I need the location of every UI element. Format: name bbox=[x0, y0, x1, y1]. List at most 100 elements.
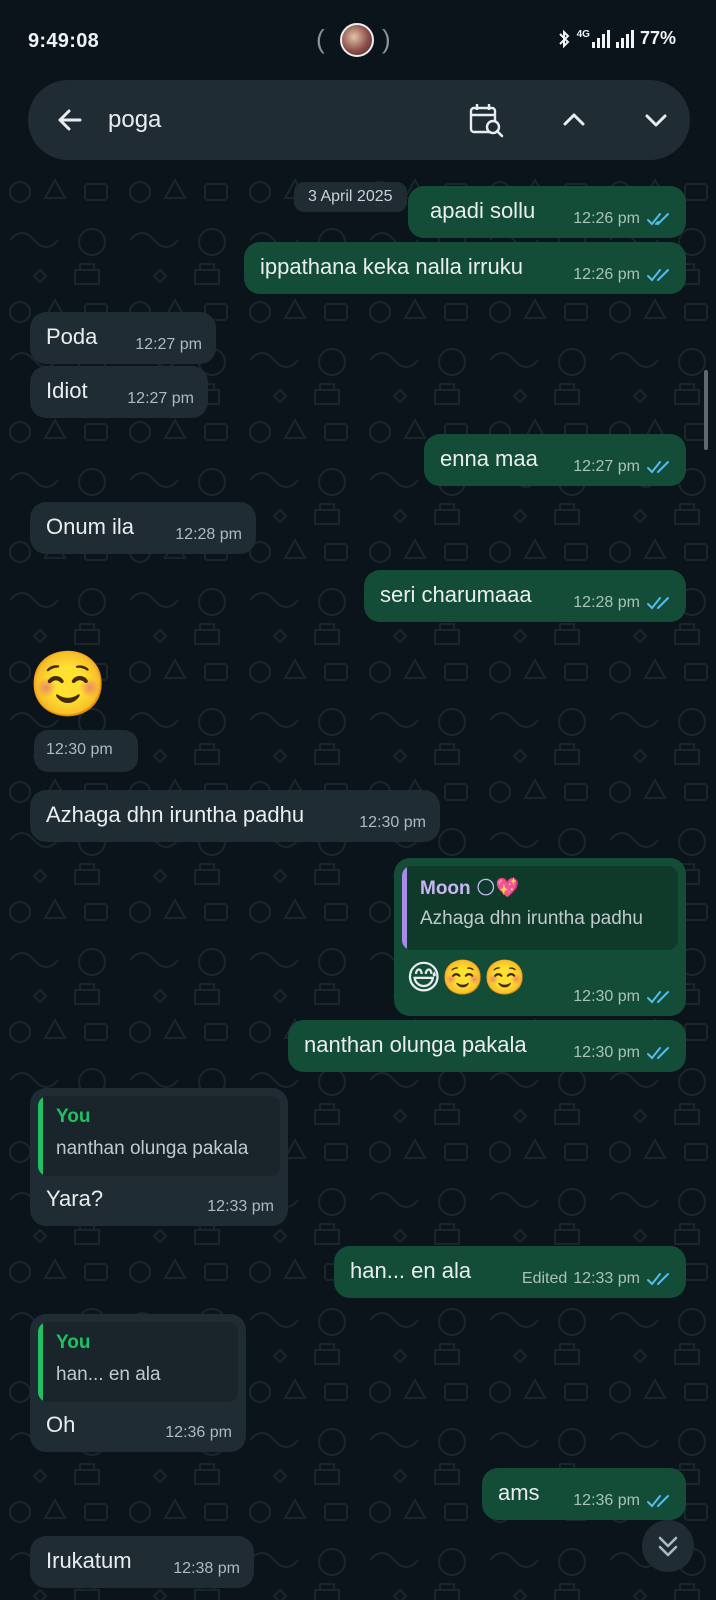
message-meta: 12:26 pm bbox=[573, 210, 672, 228]
message-bubble-incoming[interactable]: Onum ila 12:28 pm bbox=[30, 502, 256, 554]
network-type-label: 4G bbox=[576, 28, 590, 40]
message-meta: 12:27 pm bbox=[573, 458, 672, 476]
read-ticks-icon bbox=[647, 597, 669, 610]
message-time: 12:27 pm bbox=[127, 390, 194, 407]
message-emojis: 😅☺️☺️ bbox=[406, 959, 527, 997]
message-meta: 12:26 pm bbox=[573, 266, 672, 284]
message-time: 12:38 pm bbox=[173, 1560, 240, 1577]
message-bubble-outgoing[interactable]: nanthan olunga pakala 12:30 pm bbox=[288, 1020, 686, 1072]
message-text: Oh bbox=[46, 1412, 76, 1437]
message-time: 12:28 pm bbox=[175, 526, 242, 543]
message-bubble-outgoing-reply[interactable]: Moon 🌕💖 Azhaga dhn iruntha padhu 😅☺️☺️ 1… bbox=[394, 858, 686, 1016]
message-meta: 12:36 pm bbox=[573, 1492, 672, 1510]
message-time: 12:36 pm bbox=[573, 1492, 640, 1509]
message-meta: 12:27 pm bbox=[127, 390, 194, 408]
message-text: Idiot bbox=[46, 378, 88, 403]
read-ticks-icon bbox=[647, 1495, 669, 1508]
message-time: 12:36 pm bbox=[165, 1424, 232, 1441]
message-text: Yara? bbox=[46, 1186, 104, 1211]
message-meta: 12:30 pm bbox=[573, 1044, 672, 1062]
pill-right-paren-icon: ) bbox=[382, 24, 391, 54]
message-bubble-incoming[interactable]: Poda 12:27 pm bbox=[30, 312, 216, 364]
system-icons: 4G 77% bbox=[557, 28, 676, 49]
chat-search-bar: poga bbox=[28, 80, 690, 160]
chevron-up-icon[interactable] bbox=[556, 102, 592, 138]
message-time: 12:30 pm bbox=[46, 741, 113, 758]
signal-icon: 4G bbox=[576, 28, 610, 48]
message-text: seri charumaaa bbox=[380, 582, 532, 607]
read-ticks-icon bbox=[647, 991, 669, 1004]
message-text: nanthan olunga pakala bbox=[304, 1032, 527, 1057]
message-time: 12:27 pm bbox=[573, 458, 640, 475]
message-text: enna maa bbox=[440, 446, 538, 471]
message-bubble-outgoing[interactable]: apadi sollu 12:26 pm bbox=[408, 186, 686, 238]
message-bubble-incoming[interactable]: Idiot 12:27 pm bbox=[30, 366, 208, 418]
message-meta: 12:36 pm bbox=[165, 1424, 232, 1442]
message-time: 12:30 pm bbox=[359, 814, 426, 831]
message-time: 12:26 pm bbox=[573, 210, 640, 227]
message-text: han... en ala bbox=[350, 1258, 472, 1283]
calendar-search-icon[interactable] bbox=[466, 100, 506, 140]
message-text: ippathana keka nalla irruku bbox=[260, 254, 523, 279]
message-bubble-outgoing[interactable]: ippathana keka nalla irruku 12:26 pm bbox=[244, 242, 686, 294]
read-ticks-icon bbox=[647, 213, 669, 226]
quote-author: You bbox=[56, 1332, 91, 1353]
quote-bar bbox=[402, 866, 407, 950]
quote-bar bbox=[38, 1322, 43, 1402]
message-time: 12:33 pm bbox=[207, 1198, 274, 1215]
message-time-chip: 12:30 pm bbox=[34, 730, 138, 772]
bluetooth-icon bbox=[558, 29, 570, 48]
scroll-to-bottom-button[interactable] bbox=[642, 1520, 694, 1572]
message-time: 12:26 pm bbox=[573, 266, 640, 283]
read-ticks-icon bbox=[647, 1273, 669, 1286]
message-meta: 12:30 pm bbox=[359, 814, 426, 832]
quote-bar bbox=[38, 1096, 43, 1176]
message-bubble-incoming-reply[interactable]: You han... en ala Oh 12:36 pm bbox=[30, 1314, 246, 1452]
scrollbar-thumb[interactable] bbox=[704, 370, 708, 450]
message-time: 12:33 pm bbox=[573, 1270, 640, 1287]
arrow-left-icon[interactable] bbox=[50, 100, 90, 140]
quote-text: Azhaga dhn iruntha padhu bbox=[420, 908, 643, 929]
message-text: Irukatum bbox=[46, 1548, 132, 1573]
quoted-message[interactable]: Moon 🌕💖 Azhaga dhn iruntha padhu bbox=[402, 866, 678, 950]
message-text: Azhaga dhn iruntha padhu bbox=[46, 802, 305, 827]
message-emoji-large[interactable]: ☺️ bbox=[28, 648, 108, 720]
read-ticks-icon bbox=[647, 461, 669, 474]
search-input[interactable]: poga bbox=[108, 106, 161, 134]
quote-author: You bbox=[56, 1106, 91, 1127]
message-text: Poda bbox=[46, 324, 98, 349]
message-bubble-outgoing[interactable]: enna maa 12:27 pm bbox=[424, 434, 686, 486]
message-meta: 12:38 pm bbox=[173, 1560, 240, 1578]
status-time: 9:49:08 bbox=[28, 30, 100, 52]
message-time: 12:30 pm bbox=[573, 1044, 640, 1061]
message-meta: 12:28 pm bbox=[573, 594, 672, 612]
battery-percent: 77% bbox=[639, 28, 676, 48]
message-bubble-incoming-reply[interactable]: You nanthan olunga pakala Yara? 12:33 pm bbox=[30, 1088, 288, 1226]
quote-text: han... en ala bbox=[56, 1364, 161, 1385]
signal-icon bbox=[615, 29, 634, 48]
quote-author: Moon 🌕💖 bbox=[420, 878, 520, 899]
pill-left-paren-icon: ( bbox=[316, 24, 325, 54]
message-time: 12:27 pm bbox=[135, 336, 202, 353]
message-bubble-outgoing[interactable]: ams 12:36 pm bbox=[482, 1468, 686, 1520]
status-bar: 9:49:08 ( ) 4G 77% bbox=[0, 0, 716, 84]
message-text: Onum ila bbox=[46, 514, 135, 539]
message-time: 12:28 pm bbox=[573, 594, 640, 611]
message-bubble-incoming[interactable]: Azhaga dhn iruntha padhu 12:30 pm bbox=[30, 790, 440, 842]
message-meta: 12:28 pm bbox=[175, 526, 242, 544]
quoted-message[interactable]: You han... en ala bbox=[38, 1322, 238, 1402]
message-meta: Edited 12:33 pm bbox=[522, 1270, 672, 1288]
message-text: ams bbox=[498, 1480, 540, 1505]
double-chevron-down-icon bbox=[658, 1536, 678, 1557]
message-bubble-outgoing[interactable]: seri charumaaa 12:28 pm bbox=[364, 570, 686, 622]
read-ticks-icon bbox=[647, 1047, 669, 1060]
message-bubble-outgoing[interactable]: han... en ala Edited 12:33 pm bbox=[334, 1246, 686, 1298]
message-text: apadi sollu bbox=[430, 198, 536, 223]
chevron-down-icon[interactable] bbox=[638, 102, 674, 138]
quoted-message[interactable]: You nanthan olunga pakala bbox=[38, 1096, 280, 1176]
edited-label: Edited bbox=[521, 1270, 568, 1287]
call-indicator-pill[interactable]: ( ) bbox=[316, 22, 396, 60]
read-ticks-icon bbox=[647, 269, 669, 282]
message-meta: 12:33 pm bbox=[207, 1198, 274, 1216]
message-bubble-incoming[interactable]: Irukatum 12:38 pm bbox=[30, 1536, 254, 1588]
